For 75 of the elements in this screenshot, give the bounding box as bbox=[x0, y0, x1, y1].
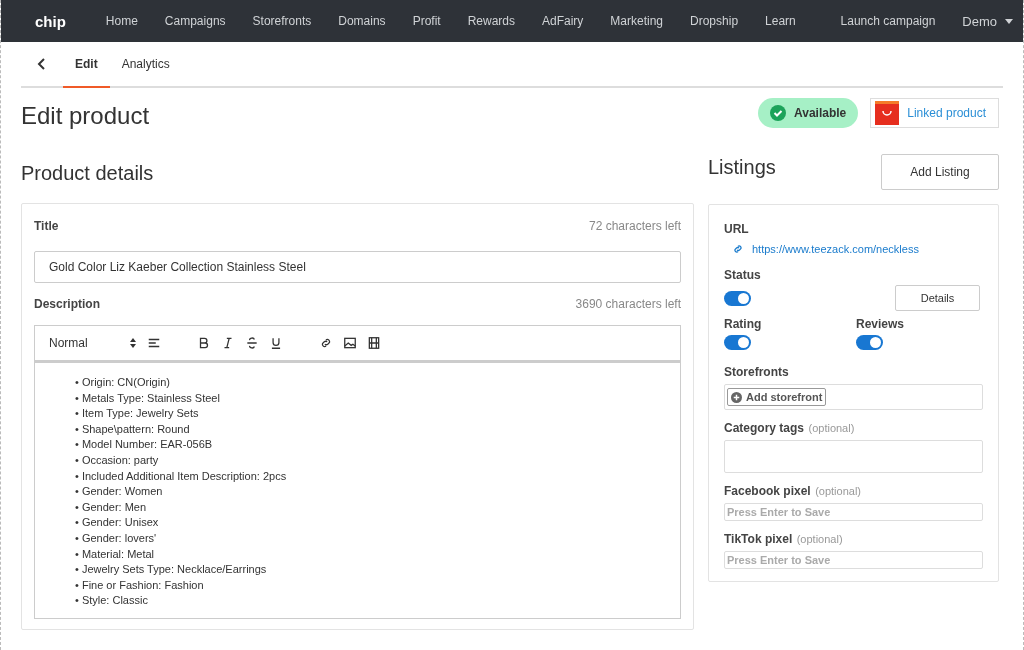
field-label: Description bbox=[34, 297, 100, 311]
field-label: Facebook pixel bbox=[724, 484, 811, 498]
tab[interactable]: Analytics bbox=[109, 42, 182, 88]
description-line: • Metals Type: Stainless Steel bbox=[75, 390, 221, 406]
add-listing-button[interactable]: Add Listing bbox=[881, 154, 999, 190]
link-icon bbox=[732, 243, 744, 255]
field-label: Rating bbox=[724, 317, 763, 331]
linked-product-button[interactable]: Linked product bbox=[870, 98, 999, 128]
url-link[interactable]: https://www.teezack.com/neckless bbox=[752, 243, 919, 255]
description-line: • Gender: lovers' bbox=[75, 530, 158, 546]
field-label: Storefronts bbox=[724, 365, 789, 379]
link-icon[interactable] bbox=[319, 336, 333, 350]
description-line: • Gender: Unisex bbox=[75, 515, 160, 531]
tab[interactable]: Edit bbox=[63, 42, 110, 88]
add-storefront-button[interactable]: Add storefront bbox=[727, 388, 827, 406]
caret-icon bbox=[1005, 18, 1013, 24]
details-button[interactable]: Details bbox=[895, 285, 980, 311]
description-line: • Jewelry Sets Type: Necklace/Earrings bbox=[75, 562, 268, 578]
nav-link[interactable]: Learn bbox=[765, 14, 796, 28]
optional-hint: (optional) bbox=[808, 422, 855, 434]
status-toggle[interactable] bbox=[724, 290, 751, 306]
page-title: Edit product bbox=[21, 102, 151, 131]
description-line: • Material: Metal bbox=[75, 546, 156, 562]
field-label: Title bbox=[34, 219, 59, 233]
section-heading: Listings bbox=[708, 156, 776, 179]
nav-link[interactable]: Marketing bbox=[610, 14, 664, 28]
section-heading: Product details bbox=[21, 162, 155, 185]
field-label: Reviews bbox=[856, 317, 906, 331]
nav-link[interactable]: Launch campaign bbox=[840, 14, 936, 28]
field-label: Category tags bbox=[724, 421, 805, 435]
shopping-bag-icon bbox=[875, 101, 900, 125]
plus-icon bbox=[731, 391, 742, 403]
nav-link[interactable]: AdFairy bbox=[542, 14, 584, 28]
description-line: • Included Additional Item Description: 2pcs bbox=[75, 468, 288, 484]
field-label: Status bbox=[724, 268, 761, 282]
title-field[interactable]: Gold Color Liz Kaeber Collection Stainless Steel bbox=[34, 251, 681, 283]
nav-link[interactable]: Profit bbox=[412, 14, 441, 28]
optional-hint: (optional) bbox=[796, 533, 843, 545]
nav-link[interactable]: Rewards bbox=[467, 14, 515, 28]
optional-hint: (optional) bbox=[815, 485, 861, 497]
description-line: • Gender: Women bbox=[75, 484, 164, 500]
field-label: URL bbox=[724, 222, 749, 236]
nav-link[interactable]: Domains bbox=[338, 14, 386, 28]
chevron-left-icon bbox=[37, 58, 47, 70]
status-badge: Available bbox=[758, 98, 859, 128]
description-line: • Model Number: EAR-056B bbox=[75, 437, 214, 453]
description-line: • Occasion: party bbox=[75, 452, 160, 468]
strikethrough-icon[interactable] bbox=[245, 336, 259, 350]
nav-link[interactable]: Dropship bbox=[690, 14, 739, 28]
format-select[interactable]: Normal bbox=[49, 336, 119, 350]
align-icon[interactable] bbox=[147, 336, 161, 350]
nav-link[interactable]: Storefronts bbox=[252, 14, 312, 28]
character-counter: 3690 characters left bbox=[575, 297, 681, 311]
video-icon[interactable] bbox=[367, 336, 381, 350]
bold-icon[interactable] bbox=[197, 336, 211, 350]
description-line: • Gender: Men bbox=[75, 499, 148, 515]
rating-toggle[interactable] bbox=[724, 335, 751, 350]
description-line: • Style: Classic bbox=[75, 593, 149, 609]
nav-link[interactable]: Campaigns bbox=[164, 14, 226, 28]
description-editor[interactable] bbox=[34, 361, 681, 619]
account-menu[interactable]: Demo bbox=[962, 13, 1013, 29]
category-tags-field[interactable] bbox=[724, 440, 983, 473]
description-line: • Fine or Fashion: Fashion bbox=[75, 577, 205, 593]
description-line: • Item Type: Jewelry Sets bbox=[75, 406, 200, 422]
character-counter: 72 characters left bbox=[588, 219, 681, 233]
check-icon bbox=[770, 105, 786, 121]
logo[interactable]: chip bbox=[35, 12, 66, 30]
description-line: • Shape\pattern: Round bbox=[75, 421, 191, 437]
image-icon[interactable] bbox=[343, 336, 357, 350]
underline-icon[interactable] bbox=[269, 336, 283, 350]
sort-icon[interactable] bbox=[129, 337, 137, 349]
description-line: • Origin: CN(Origin) bbox=[75, 375, 171, 390]
field-label: TikTok pixel bbox=[724, 532, 793, 546]
reviews-toggle[interactable] bbox=[856, 335, 883, 350]
nav-link[interactable]: Home bbox=[105, 14, 138, 28]
